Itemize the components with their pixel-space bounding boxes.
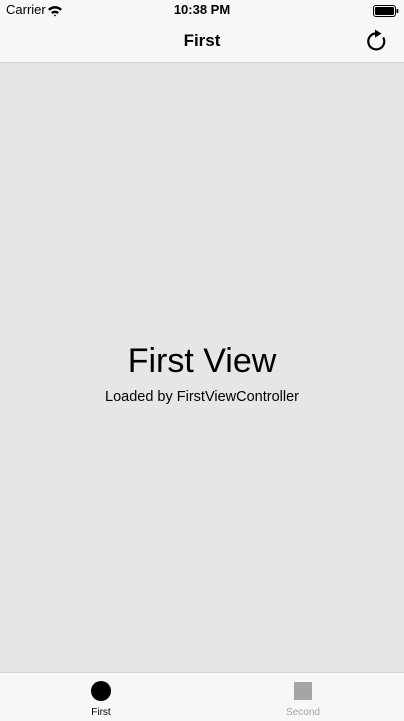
tab-second-label: Second bbox=[286, 707, 320, 718]
status-bar: Carrier 10:38 PM bbox=[0, 0, 404, 20]
navigation-bar: First bbox=[0, 20, 404, 63]
square-icon bbox=[294, 682, 312, 700]
nav-title: First bbox=[183, 31, 221, 50]
refresh-icon bbox=[362, 28, 390, 54]
view-subtitle: Loaded by FirstViewController bbox=[105, 389, 299, 405]
tab-first-label: First bbox=[91, 707, 111, 718]
status-time: 10:38 PM bbox=[173, 2, 231, 17]
tab-second[interactable]: Second bbox=[202, 673, 404, 721]
tab-first[interactable]: First bbox=[0, 673, 202, 721]
circle-icon bbox=[91, 681, 111, 701]
battery-icon bbox=[373, 4, 399, 17]
main-content: First View Loaded by FirstViewController bbox=[0, 63, 404, 672]
tab-bar: First Second bbox=[0, 672, 404, 721]
refresh-button[interactable] bbox=[362, 28, 390, 54]
view-title: First View bbox=[127, 342, 277, 380]
